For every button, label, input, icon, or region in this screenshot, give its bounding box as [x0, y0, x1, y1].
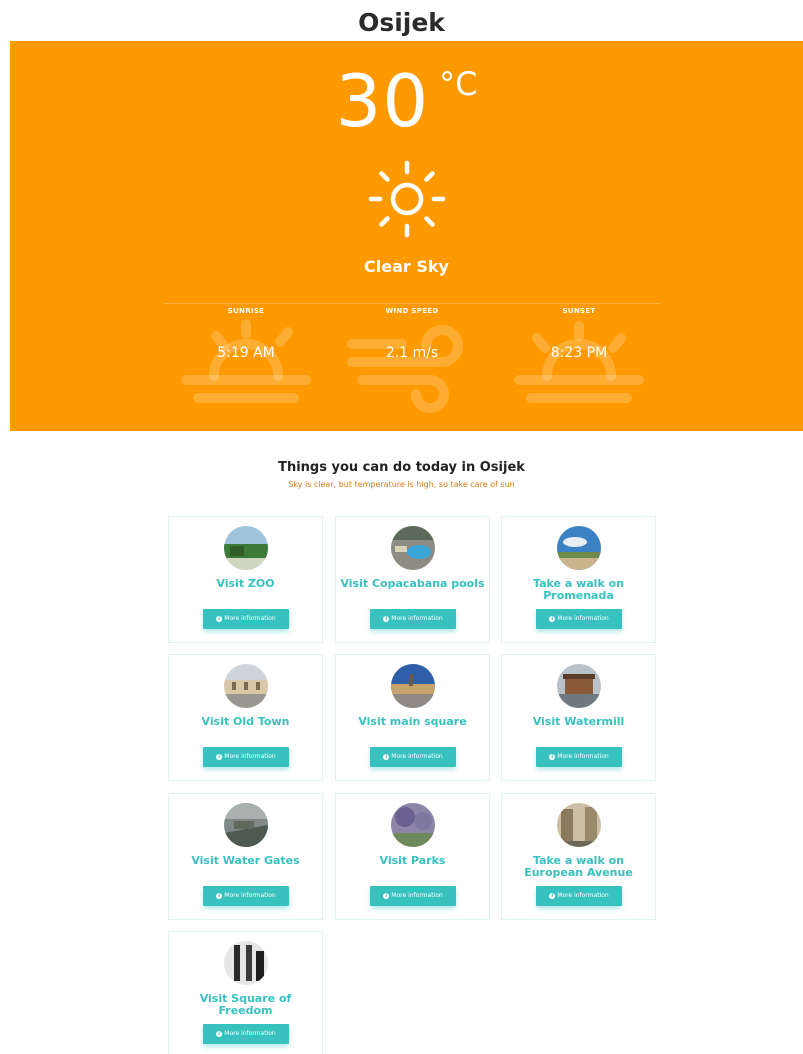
sunrise-icon	[181, 319, 311, 403]
more-information-button[interactable]: i More information	[536, 609, 622, 629]
wind-speed-value: 2.1 m/s	[385, 345, 439, 361]
activity-card: Take a walk on European Avenue i More inf…	[501, 793, 656, 920]
info-icon: i	[216, 1030, 223, 1037]
info-icon: i	[549, 615, 556, 622]
more-information-button[interactable]: i More information	[536, 747, 622, 767]
button-label: More information	[224, 615, 276, 622]
button-label: More information	[224, 892, 276, 899]
wind-speed-label: WIND SPEED	[385, 307, 439, 315]
sunset-icon	[514, 321, 644, 403]
button-label: More information	[557, 615, 609, 622]
button-label: More information	[557, 892, 609, 899]
sunrise-label: SUNRISE	[227, 307, 265, 315]
activity-card: Visit Water Gates i More information	[168, 793, 323, 920]
activity-card: Visit Copacabana pools i More information	[335, 516, 490, 643]
more-information-button[interactable]: i More information	[536, 886, 622, 906]
more-information-button[interactable]: i More information	[203, 1024, 289, 1044]
old-town-photo	[224, 664, 268, 708]
sunset-label: SUNSET	[562, 307, 596, 315]
activity-card: Visit Old Town i More information	[168, 654, 323, 781]
button-label: More information	[224, 1030, 276, 1037]
card-title: Visit ZOO	[216, 577, 275, 590]
button-label: More information	[391, 753, 443, 760]
main-square-photo	[391, 664, 435, 708]
parks-photo	[391, 803, 435, 847]
wind-speed-stat: WIND SPEED 2.1 m/s	[342, 306, 482, 416]
zoo-photo	[224, 526, 268, 570]
activity-card: Take a walk on Promenada i More informati…	[501, 516, 656, 643]
temperature-display: 30 °C	[10, 59, 803, 143]
activity-card: Visit ZOO i More information	[168, 516, 323, 643]
info-icon: i	[216, 892, 223, 899]
watermill-photo	[557, 664, 601, 708]
city-title: Osijek	[358, 8, 445, 37]
card-title: Visit Copacabana pools	[340, 577, 485, 590]
wind-icon	[347, 325, 463, 413]
sun-icon	[368, 160, 446, 238]
button-label: More information	[557, 753, 609, 760]
divider	[164, 303, 660, 304]
more-information-button[interactable]: i More information	[203, 609, 289, 629]
card-title: Visit Old Town	[201, 715, 290, 728]
water-gates-photo	[224, 803, 268, 847]
sunrise-stat: SUNRISE 5:19 AM	[176, 306, 316, 416]
sunset-value: 8:23 PM	[550, 345, 608, 361]
activity-card: Visit Square of Freedom i More informatio…	[168, 931, 323, 1054]
card-title: Visit Square of Freedom	[199, 992, 292, 1017]
activities-title: Things you can do today in Osijek	[278, 460, 525, 475]
card-title: Visit Water Gates	[191, 854, 300, 867]
activity-card: Visit Watermill i More information	[501, 654, 656, 781]
more-information-button[interactable]: i More information	[370, 609, 456, 629]
more-information-button[interactable]: i More information	[370, 886, 456, 906]
promenada-photo	[557, 526, 601, 570]
info-icon: i	[216, 753, 223, 760]
european-avenue-photo	[557, 803, 601, 847]
more-information-button[interactable]: i More information	[203, 886, 289, 906]
activity-card: Visit Parks i More information	[335, 793, 490, 920]
info-icon: i	[549, 892, 556, 899]
weather-condition: Clear Sky	[364, 257, 449, 276]
button-label: More information	[391, 615, 443, 622]
weather-panel: 30 °C Clear Sky SUNRISE 5:19 AM WIND SPE…	[10, 41, 803, 431]
info-icon: i	[549, 753, 556, 760]
activities-subtitle: Sky is clear, but temperature is high, s…	[288, 480, 515, 489]
sunrise-value: 5:19 AM	[217, 345, 275, 361]
more-information-button[interactable]: i More information	[203, 747, 289, 767]
temperature-value: 30	[335, 59, 430, 143]
sunset-stat: SUNSET 8:23 PM	[509, 306, 649, 416]
info-icon: i	[383, 753, 390, 760]
temperature-unit: °C	[439, 65, 478, 103]
button-label: More information	[391, 892, 443, 899]
info-icon: i	[383, 615, 390, 622]
activity-card: Visit main square i More information	[335, 654, 490, 781]
card-title: Visit main square	[358, 715, 467, 728]
button-label: More information	[224, 753, 276, 760]
more-information-button[interactable]: i More information	[370, 747, 456, 767]
pools-photo	[391, 526, 435, 570]
card-title: Visit Parks	[379, 854, 446, 867]
card-title: Take a walk on Promenada	[533, 577, 624, 602]
square-of-freedom-photo	[224, 941, 268, 985]
info-icon: i	[216, 615, 223, 622]
card-title: Visit Watermill	[532, 715, 625, 728]
card-title: Take a walk on European Avenue	[524, 854, 633, 879]
info-icon: i	[383, 892, 390, 899]
